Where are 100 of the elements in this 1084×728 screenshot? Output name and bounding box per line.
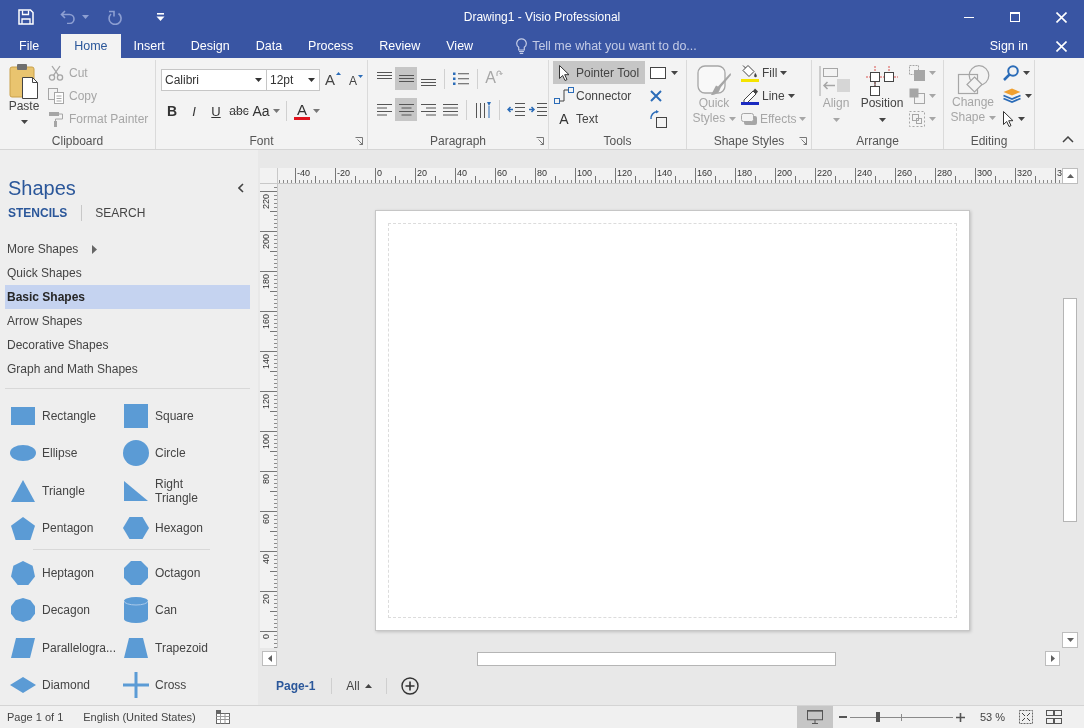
bold-button[interactable]: B	[161, 100, 183, 122]
corner-arrow-icon[interactable]	[536, 137, 544, 145]
octagon-icon[interactable]	[124, 560, 148, 585]
arrow-left-lines-icon	[507, 102, 525, 117]
ribbon-tab[interactable]: Design	[177, 34, 243, 58]
shape-label[interactable]: Rectangle	[42, 408, 97, 423]
position-button[interactable]: Position	[857, 61, 907, 133]
shape-label[interactable]: Hexagon	[155, 521, 204, 536]
scroll-up-button[interactable]	[1062, 168, 1078, 184]
shape-label[interactable]: Trapezoid	[155, 640, 208, 655]
stencil-item[interactable]: Arrow Shapes	[5, 309, 250, 333]
ribbon-tab[interactable]: Data	[242, 34, 296, 58]
slider-thumb[interactable]	[875, 712, 880, 722]
scroll-left-button[interactable]	[262, 651, 277, 666]
shape-label[interactable]: Ellipse	[42, 446, 78, 461]
ruler-label: 40	[456, 168, 467, 178]
fill-button[interactable]: Fill	[739, 61, 809, 84]
shape-label[interactable]: Heptagon	[42, 565, 95, 580]
shape-label[interactable]: Cross	[155, 678, 187, 693]
ribbon-tab[interactable]: File	[6, 34, 53, 58]
four-panes-icon[interactable]	[1046, 710, 1062, 724]
ribbon-tab[interactable]: Home	[61, 34, 121, 58]
pointer-tool-button[interactable]: Pointer Tool	[553, 61, 645, 84]
vertical-scrollbar[interactable]	[1062, 168, 1078, 648]
panel-tab[interactable]: SEARCH	[95, 206, 146, 220]
underline-button[interactable]: U	[205, 100, 227, 122]
heptagon-icon[interactable]	[11, 560, 35, 585]
scroll-right-button[interactable]	[1045, 651, 1060, 666]
stencil-item[interactable]: Graph and Math Shapes	[5, 357, 250, 381]
zoom-slider[interactable]	[849, 710, 953, 724]
shape-label[interactable]: Can	[155, 603, 177, 618]
shape-label[interactable]: Pentagon	[42, 521, 94, 536]
parallelogram-icon[interactable]	[11, 637, 35, 658]
shrink-font-button[interactable]: A	[346, 69, 366, 91]
sign-in-link[interactable]: Sign in	[989, 34, 1038, 58]
dashed-frame-icon[interactable]	[1019, 710, 1033, 724]
chevron-up-icon[interactable]	[1062, 136, 1074, 143]
paste-button[interactable]: Paste	[4, 61, 44, 133]
minus-icon[interactable]	[838, 716, 847, 718]
chevron-left-icon[interactable]	[238, 183, 244, 193]
ruler-label: 0	[261, 634, 271, 639]
trapezoid-icon[interactable]	[124, 637, 148, 658]
shape-label[interactable]: Square	[155, 408, 194, 423]
square-icon[interactable]	[124, 403, 148, 428]
ribbon-tab[interactable]: View	[433, 34, 487, 58]
shape-label[interactable]: Circle	[155, 446, 186, 461]
shape-label[interactable]: Decagon	[42, 603, 91, 618]
font-color-button[interactable]: A	[292, 102, 322, 120]
stencil-item[interactable]: Basic Shapes	[5, 285, 250, 309]
ruler-label: 20	[416, 168, 427, 178]
scrollbar-thumb[interactable]	[1063, 298, 1077, 522]
pentagon-icon[interactable]	[11, 516, 35, 540]
language-indicator: English (United States)	[83, 711, 196, 723]
circle-plus-icon[interactable]	[400, 676, 419, 695]
triangle-icon[interactable]	[11, 479, 35, 502]
corner-arrow-icon[interactable]	[355, 137, 363, 145]
connector-tool-button[interactable]: Connector	[553, 84, 645, 107]
right-triangle-icon[interactable]	[124, 480, 148, 501]
ribbon-tab[interactable]: Process	[295, 34, 367, 58]
rectangle-icon[interactable]	[11, 406, 35, 425]
grow-font-button[interactable]: A	[323, 69, 343, 91]
italic-button[interactable]: I	[183, 100, 205, 122]
tell-me-field[interactable]: Tell me what you want to do...	[532, 39, 733, 53]
corner-arrow-icon[interactable]	[799, 137, 807, 145]
scroll-down-button[interactable]	[1062, 632, 1078, 648]
text-tool-button[interactable]: A Text	[553, 107, 645, 130]
paint-roller-icon	[48, 110, 64, 127]
align-center-button[interactable]	[395, 98, 417, 121]
ribbon-tab[interactable]: Review	[366, 34, 434, 58]
more-shapes-item[interactable]: More Shapes	[5, 237, 250, 261]
page-tab[interactable]: Page-1	[274, 674, 318, 697]
shape-label[interactable]: Octagon	[155, 565, 201, 580]
lightbulb-icon	[516, 38, 528, 54]
shape-label[interactable]: Parallelogra...	[42, 640, 117, 655]
ellipse-icon[interactable]	[10, 445, 36, 462]
decagon-icon[interactable]	[11, 598, 35, 623]
table-icon[interactable]	[215, 710, 230, 724]
line-button[interactable]: Line	[739, 84, 809, 107]
hexagon-icon[interactable]	[123, 517, 149, 540]
change-case-button[interactable]: Aa	[251, 100, 281, 122]
cylinder-icon[interactable]	[124, 597, 148, 624]
font-size-combo[interactable]: 12pt	[266, 69, 320, 91]
shape-label[interactable]: Diamond	[42, 678, 91, 693]
scrollbar-thumb[interactable]	[477, 651, 836, 666]
panel-tab[interactable]: STENCILS	[8, 206, 68, 220]
rectangle-outline-icon	[650, 66, 666, 79]
all-pages-button[interactable]: All	[346, 674, 372, 697]
group-label: Editing	[970, 133, 1008, 149]
font-name-combo[interactable]: Calibri	[161, 69, 267, 91]
shape-label[interactable]: Triangle	[42, 483, 85, 498]
circle-icon[interactable]	[123, 440, 149, 467]
diamond-icon[interactable]	[10, 677, 36, 694]
stencil-item[interactable]: Decorative Shapes	[5, 333, 250, 357]
group-label: Font	[249, 133, 274, 149]
plus-icon[interactable]	[955, 712, 965, 722]
stencil-item[interactable]: Quick Shapes	[5, 261, 250, 285]
ribbon-tab[interactable]: Insert	[120, 34, 178, 58]
align-middle-button[interactable]	[395, 67, 417, 90]
presentation-mode-button[interactable]	[796, 706, 833, 728]
shape-label[interactable]: Right Triangle	[155, 476, 219, 505]
